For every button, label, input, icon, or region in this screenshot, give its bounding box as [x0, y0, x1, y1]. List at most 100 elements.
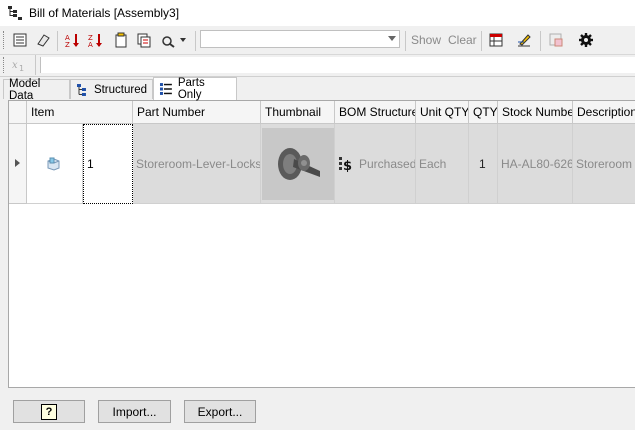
unit-qty-cell[interactable]: Each [416, 124, 469, 204]
description: Storeroom Lever Lockset [576, 156, 635, 171]
bom-icon [8, 6, 22, 20]
copy-settings-button[interactable] [134, 30, 154, 50]
tab-strip: Model Data Structured Parts Only [0, 77, 635, 102]
renumber-button[interactable] [111, 30, 131, 50]
tab-label: Model Data [9, 77, 41, 102]
import-button-label: Import... [112, 404, 157, 419]
toolbar-separator [57, 31, 58, 51]
column-header-stock-number[interactable]: Stock Number [498, 101, 573, 124]
part-icon [47, 157, 60, 171]
row-expand-arrow-icon[interactable] [15, 159, 20, 167]
export-components-icon [13, 33, 27, 47]
sort-ascending-button[interactable]: AZ [63, 30, 83, 50]
column-header-label: Description [577, 105, 635, 119]
toolbar-separator [195, 31, 196, 51]
export-components-button[interactable] [10, 30, 30, 50]
stock-number-cell[interactable]: HA-AL80-626 [498, 124, 573, 204]
svg-text:1: 1 [19, 64, 24, 73]
description-cell[interactable]: Storeroom Lever Lockset [573, 124, 635, 204]
toolbar-separator [35, 55, 36, 75]
column-header-part-number[interactable]: Part Number [133, 101, 261, 124]
column-header-label: Unit QTY [420, 105, 469, 119]
column-header-thumbnail[interactable]: Thumbnail [261, 101, 335, 124]
toolbar-grip[interactable] [3, 31, 7, 49]
gear-icon [579, 33, 593, 47]
tab-parts-only[interactable]: Parts Only [153, 77, 237, 101]
column-header-description[interactable]: Description [573, 101, 635, 124]
title-bar: Bill of Materials [Assembly3] [0, 0, 635, 26]
window-title: Bill of Materials [Assembly3] [29, 6, 180, 20]
export-button-label: Export... [197, 404, 243, 419]
part-export-button[interactable] [33, 30, 53, 50]
tab-structured[interactable]: Structured [70, 79, 153, 99]
bom-structure: Purchased [359, 156, 416, 171]
structured-tree-icon [76, 83, 86, 96]
import-button[interactable]: Import... [98, 400, 171, 423]
sort-descending-icon: ZA [88, 34, 102, 48]
unit-qty: Each [419, 156, 447, 171]
help-icon: ? [41, 403, 57, 420]
parts-list-icon [159, 83, 172, 95]
sort-descending-button[interactable]: ZA [86, 30, 106, 50]
item-icon-cell[interactable] [27, 124, 83, 204]
lever-lockset-icon [278, 148, 320, 180]
qty-cell[interactable]: 1 [469, 124, 498, 204]
item-number-cell[interactable]: 1 [83, 124, 133, 204]
copy-icon [137, 33, 151, 48]
row-header[interactable] [9, 124, 27, 204]
column-header-label: BOM Structure [339, 105, 416, 119]
chevron-down-icon [180, 38, 186, 42]
export-button[interactable]: Export... [184, 400, 256, 423]
add-custom-part-button[interactable] [546, 30, 566, 50]
svg-text:A: A [88, 41, 93, 48]
view-combo[interactable] [200, 30, 400, 48]
tab-model-data[interactable]: Model Data [3, 77, 70, 102]
column-header-label: Item [31, 105, 55, 119]
toolbar-separator [405, 31, 406, 51]
pencil-icon [518, 34, 531, 47]
clear-button[interactable]: Clear [448, 33, 477, 47]
part-number: Storeroom-Lever-Lockset [136, 156, 261, 171]
item-number: 1 [87, 157, 94, 171]
purchased-icon: $ [339, 156, 352, 172]
column-header-qty[interactable]: QTY [469, 101, 498, 124]
eraser-icon [37, 34, 50, 47]
svg-text:$: $ [343, 159, 352, 172]
thumbnail-cell[interactable] [261, 124, 335, 204]
bom-structure-cell[interactable]: $ Purchased [335, 124, 416, 204]
help-button[interactable]: ? [13, 400, 85, 423]
add-part-icon [549, 33, 563, 47]
column-header-label: Stock Number [502, 105, 573, 119]
part-number-cell[interactable]: Storeroom-Lever-Lockset [133, 124, 261, 204]
toolbar-separator [481, 31, 482, 51]
column-header-unit-qty[interactable]: Unit QTY [416, 101, 469, 124]
column-header-item[interactable]: Item [27, 101, 133, 124]
tab-label: Parts Only [177, 77, 205, 101]
find-dropdown-button[interactable] [160, 30, 188, 50]
show-button[interactable]: Show [411, 33, 441, 47]
column-header-bom-structure[interactable]: BOM Structure [335, 101, 416, 124]
formula-bar: x1 [0, 55, 635, 77]
function-icon: x1 [12, 60, 24, 73]
binoculars-icon [162, 36, 175, 48]
tab-label: Structured [93, 83, 147, 96]
table-options-icon [489, 33, 503, 47]
toolbar-separator [540, 31, 541, 51]
column-header-label: Part Number [137, 105, 206, 119]
edit-properties-button[interactable] [514, 30, 534, 50]
thumbnail-image [262, 128, 334, 200]
bom-grid: Item Part Number Thumbnail BOM Structure… [8, 100, 635, 388]
sort-ascending-icon: AZ [65, 34, 79, 48]
column-header-label: QTY [473, 105, 498, 119]
formula-input[interactable] [40, 57, 635, 73]
view-options-button[interactable] [486, 30, 506, 50]
settings-button[interactable] [576, 30, 596, 50]
grid-corner[interactable] [9, 101, 27, 124]
column-header-label: Thumbnail [265, 105, 322, 119]
toolbar-grip[interactable] [3, 57, 7, 73]
toolbar: AZ ZA Show Clear [0, 27, 635, 55]
stock-number: HA-AL80-626 [501, 156, 573, 171]
qty: 1 [479, 156, 486, 171]
renumber-icon [115, 32, 127, 48]
function-button[interactable]: x1 [10, 57, 30, 73]
